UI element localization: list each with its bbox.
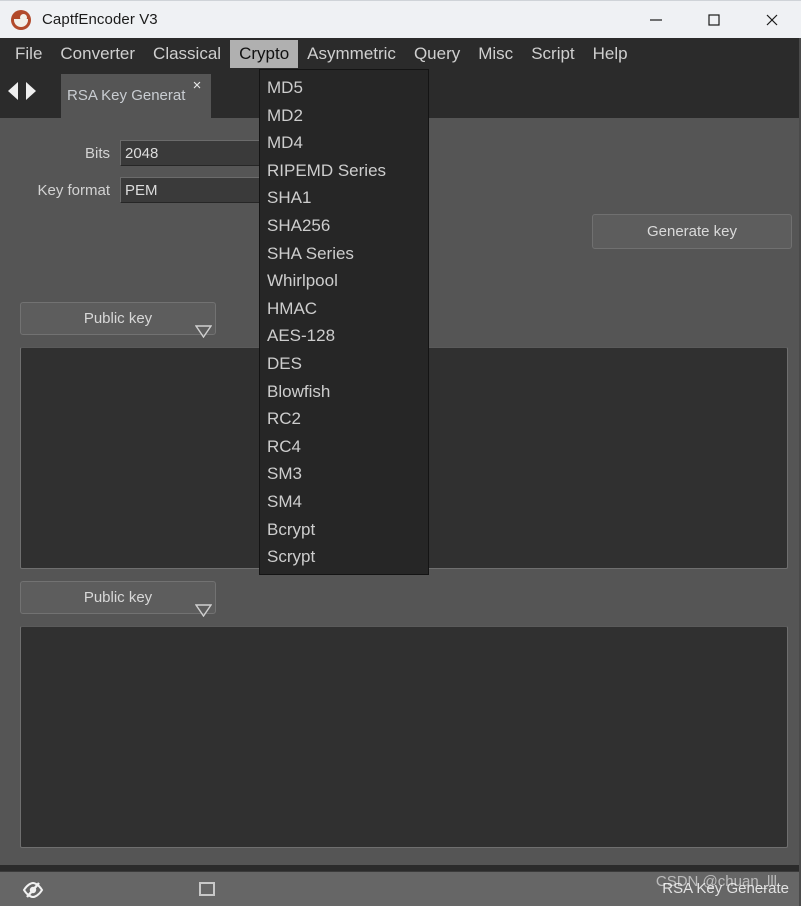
minimize-button[interactable] <box>627 1 685 39</box>
chevron-down-icon <box>187 313 212 338</box>
menu-item-script[interactable]: Script <box>522 40 583 68</box>
dropdown-item-bcrypt[interactable]: Bcrypt <box>260 516 428 544</box>
dropdown-item-rc2[interactable]: RC2 <box>260 405 428 433</box>
menu-item-converter[interactable]: Converter <box>51 40 144 68</box>
maximize-button[interactable] <box>685 1 743 39</box>
close-button[interactable] <box>743 1 801 39</box>
eye-off-icon[interactable] <box>22 880 44 900</box>
status-text: RSA Key Generate <box>662 880 789 897</box>
dropdown-item-sha256[interactable]: SHA256 <box>260 212 428 240</box>
public-key-combo-2[interactable]: Public key <box>20 581 216 617</box>
bits-label: Bits <box>84 144 110 162</box>
crypto-dropdown-menu: MD5 MD2 MD4 RIPEMD Series SHA1 SHA256 SH… <box>259 69 429 575</box>
public-key-combo-1[interactable]: Public key <box>20 302 216 338</box>
menu-item-query[interactable]: Query <box>405 40 469 68</box>
arrow-right-icon[interactable] <box>26 82 36 100</box>
title-bar: CaptfEncoder V3 <box>0 0 801 38</box>
menu-item-help[interactable]: Help <box>584 40 637 68</box>
window-controls <box>627 1 801 39</box>
tab-label: RSA Key Generat <box>67 87 186 104</box>
app-logo-icon <box>11 9 31 30</box>
dropdown-item-hmac[interactable]: HMAC <box>260 295 428 323</box>
maximize-icon <box>708 14 720 26</box>
status-bar: RSA Key Generate <box>0 871 801 906</box>
tab-close-icon[interactable]: × <box>189 78 205 94</box>
dropdown-item-sha-series[interactable]: SHA Series <box>260 240 428 268</box>
dropdown-item-des[interactable]: DES <box>260 350 428 378</box>
dropdown-item-md5[interactable]: MD5 <box>260 74 428 102</box>
key-format-label: Key format <box>37 181 110 199</box>
generate-key-button[interactable]: Generate key <box>592 214 792 249</box>
window-title: CaptfEncoder V3 <box>42 11 158 28</box>
menu-item-misc[interactable]: Misc <box>469 40 522 68</box>
public-key-textarea-2[interactable] <box>20 626 788 848</box>
square-icon[interactable] <box>199 882 215 896</box>
tab-nav-arrows <box>8 82 36 100</box>
dropdown-item-ripemd-series[interactable]: RIPEMD Series <box>260 157 428 185</box>
menu-item-classical[interactable]: Classical <box>144 40 230 68</box>
public-key-combo-2-label: Public key <box>83 589 153 606</box>
dropdown-item-sm3[interactable]: SM3 <box>260 460 428 488</box>
dropdown-item-sha1[interactable]: SHA1 <box>260 184 428 212</box>
menu-bar: File Converter Classical Crypto Asymmetr… <box>0 38 801 70</box>
dropdown-item-aes-128[interactable]: AES-128 <box>260 322 428 350</box>
dropdown-item-whirlpool[interactable]: Whirlpool <box>260 267 428 295</box>
dropdown-item-rc4[interactable]: RC4 <box>260 433 428 461</box>
dropdown-item-md4[interactable]: MD4 <box>260 129 428 157</box>
close-icon <box>766 14 778 26</box>
chevron-down-icon <box>187 592 212 617</box>
public-key-combo-1-label: Public key <box>83 310 153 327</box>
dropdown-item-sm4[interactable]: SM4 <box>260 488 428 516</box>
menu-item-file[interactable]: File <box>6 40 51 68</box>
minimize-icon <box>650 19 662 21</box>
dropdown-item-md2[interactable]: MD2 <box>260 102 428 130</box>
dropdown-item-blowfish[interactable]: Blowfish <box>260 378 428 406</box>
menu-item-crypto[interactable]: Crypto <box>230 40 299 68</box>
menu-item-asymmetric[interactable]: Asymmetric <box>298 40 405 68</box>
application-window: CaptfEncoder V3 File Converter Classical… <box>0 0 801 906</box>
tab-rsa-key-generate[interactable]: RSA Key Generat × <box>61 74 211 118</box>
arrow-left-icon[interactable] <box>8 82 18 100</box>
dropdown-item-scrypt[interactable]: Scrypt <box>260 543 428 571</box>
